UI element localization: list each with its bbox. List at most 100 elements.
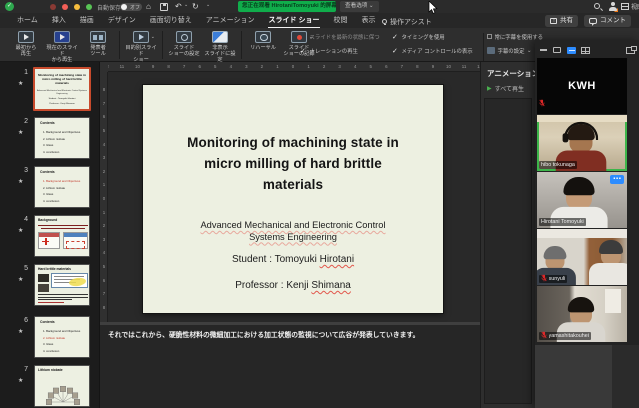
view-options-button[interactable]: 查看选项 ⌄ [340, 1, 379, 12]
zoom-status-icon: ✓ [5, 2, 14, 11]
participant-hirotani-tomoyuki[interactable]: Hirotani Tomoyuki⋯ [537, 172, 627, 228]
rehearse-icon [255, 31, 271, 43]
play-from-current-button[interactable]: 現在のスライド から再生 [44, 29, 80, 63]
comment-icon [589, 18, 597, 24]
slide-thumbnail-6[interactable]: Contents1. Background and Objectives2. L… [34, 316, 90, 358]
professor-name: Shimana [311, 280, 350, 291]
minimize-window-dot[interactable] [74, 4, 80, 10]
slide-title[interactable]: Monitoring of machining state in micro m… [178, 132, 408, 195]
ruler-number: 6 [100, 114, 108, 119]
keep-slides-updated-toggle[interactable]: スライドを最新の状態に保つ [300, 31, 392, 42]
show-media-controls-toggle[interactable]: ✓メディア コントロールの表示 [392, 45, 480, 56]
animation-pane-title: アニメーション [487, 68, 539, 79]
search-icon[interactable] [594, 3, 600, 9]
presenter-tools-button[interactable]: 発表者 ツール [80, 29, 116, 57]
use-timings-toggle[interactable]: ✓タイミングを使用 [392, 31, 480, 42]
student-line[interactable]: Student : Tomoyuki Hirotani [143, 254, 443, 265]
ruler-number: 6 [100, 278, 108, 283]
ruler-number: 4 [100, 250, 108, 255]
participant-name-tag: hibo tokunaga [539, 161, 577, 169]
minimize-panel-icon[interactable] [540, 49, 547, 51]
ruler-number: 7 [180, 64, 188, 69]
home-icon[interactable]: ⌂ [146, 0, 151, 13]
mini-text-bar [38, 297, 88, 298]
zoom-window-dot[interactable] [86, 4, 92, 10]
tab--[interactable]: スライド ショー [268, 14, 321, 28]
professor-line[interactable]: Professor : Kenji Shimana [143, 280, 443, 291]
comments-button[interactable]: コメント [584, 15, 631, 27]
ruler-number: 3 [100, 237, 108, 242]
speaker-view-icon[interactable] [553, 47, 561, 53]
thumbnail-number: 1 [14, 69, 28, 76]
ruler-number: 2 [100, 169, 108, 174]
ruler-number: 8 [165, 64, 173, 69]
autosave-toggle[interactable]: オフ [120, 3, 142, 11]
strip-view-icon[interactable] [567, 47, 576, 54]
animation-list[interactable] [484, 98, 532, 404]
more-options-button[interactable]: ⋯ [610, 175, 624, 184]
mini-contents-item: 4. conclusion [43, 349, 59, 353]
ruler-number: 2 [258, 64, 266, 69]
slide-thumbnail-2[interactable]: Contents1. Background and Objectives2. L… [34, 117, 90, 159]
zoom-view-menu[interactable]: 视图 [621, 2, 639, 11]
slide-thumbnail-5[interactable]: Hard brittle materials [34, 264, 90, 306]
undo-icon[interactable]: ↶ [175, 0, 182, 13]
ruler-number: 3 [100, 155, 108, 160]
ruler-number: 4 [351, 64, 359, 69]
presence-icon[interactable] [608, 2, 617, 11]
ruler-number: 10 [134, 64, 142, 69]
ruler-number: 8 [413, 64, 421, 69]
hide-slide-button[interactable]: 非表示 スライドに設定 [202, 29, 238, 63]
play-from-start-button[interactable]: 最初から 再生 [8, 29, 44, 57]
mini-title: Monitoring of machining state in micro m… [38, 73, 86, 85]
rehearse-button[interactable]: リハーサル [245, 29, 281, 51]
thumbnail-number: 2 [14, 118, 28, 125]
thumbnail-number: 7 [14, 366, 28, 373]
slide-subtitle[interactable]: Advanced Mechanical and Electronic Contr… [173, 220, 413, 243]
tab--[interactable]: ホーム [16, 14, 39, 27]
setup-slideshow-button[interactable]: スライド ショーの設定 [166, 29, 202, 57]
participant-sunyuli[interactable]: sunyuli [537, 229, 627, 285]
mini-contents-item: 3. Glass [43, 342, 53, 346]
tell-me-assist[interactable]: 操作アシスト [382, 17, 432, 27]
redo-icon[interactable]: ↻ [192, 0, 199, 13]
popout-icon[interactable] [626, 47, 635, 54]
participant-kwh[interactable]: KWH [537, 58, 627, 114]
close-window-dot[interactable] [62, 4, 68, 10]
play-all-button[interactable]: ▶ すべて再生 [487, 84, 524, 93]
participant-yamashitakouhei[interactable]: yamashitakouhei [537, 286, 627, 342]
app-window: ✓ 自動保存 オフ ⌂ ↶ ⌄ ↻ ⌄ 您正在观看 HirotaniTomoyu… [0, 0, 639, 408]
slide-thumbnail-1[interactable]: Monitoring of machining state in micro m… [33, 67, 91, 111]
custom-slideshow-button[interactable]: ⌄目的別スライド ショー [123, 29, 159, 63]
notes-pane[interactable]: それではこれから、硬脆性材料の微細加工における加工状態の監視について広谷が発表し… [100, 322, 480, 408]
save-icon[interactable] [160, 3, 168, 11]
more-commands-chevron-icon[interactable]: ⌄ [206, 2, 210, 8]
slide-thumbnail-7[interactable]: Lithium niobate [34, 365, 90, 407]
participant-hibo-tokunaga[interactable]: hibo tokunaga [537, 115, 627, 171]
slide-thumbnail-4[interactable]: Background [34, 215, 90, 257]
tab--[interactable]: アニメーション [205, 14, 256, 27]
tab--[interactable]: デザイン [107, 14, 137, 27]
custom-show-icon: ⌄ [133, 31, 149, 43]
gallery-view-icon[interactable] [581, 47, 590, 54]
mini-contents-item: 1. Background and Objectives [43, 179, 80, 183]
participant-name-tag: sunyuli [539, 275, 567, 283]
tab--[interactable]: 表示 [360, 14, 376, 27]
setup-slideshow-button-label: スライド ショーの設定 [168, 45, 199, 57]
muted-mic [541, 331, 547, 341]
dept-line1: Advanced Mechanical and Electronic Contr… [200, 220, 385, 230]
student-name: Hirotani [320, 254, 354, 265]
undo-chevron-icon[interactable]: ⌄ [184, 2, 188, 8]
tab--[interactable]: 画面切り替え [149, 14, 193, 27]
play-narrations-toggle[interactable]: ✓ナレーションの再生 [300, 45, 392, 56]
ruler-number: 6 [382, 64, 390, 69]
slide-canvas[interactable]: Monitoring of machining state in micro m… [143, 85, 443, 313]
slide-thumbnail-3[interactable]: Contents1. Background and Objectives2. L… [34, 166, 90, 208]
ribbon-divider [119, 31, 120, 59]
tab--[interactable]: 描画 [79, 14, 95, 27]
tab--[interactable]: 校閲 [332, 14, 348, 27]
share-button[interactable]: 共有 [545, 15, 578, 27]
tab--[interactable]: 挿入 [51, 14, 67, 27]
muted-mic-icon [539, 99, 545, 107]
ruler-number: 0 [289, 64, 297, 69]
